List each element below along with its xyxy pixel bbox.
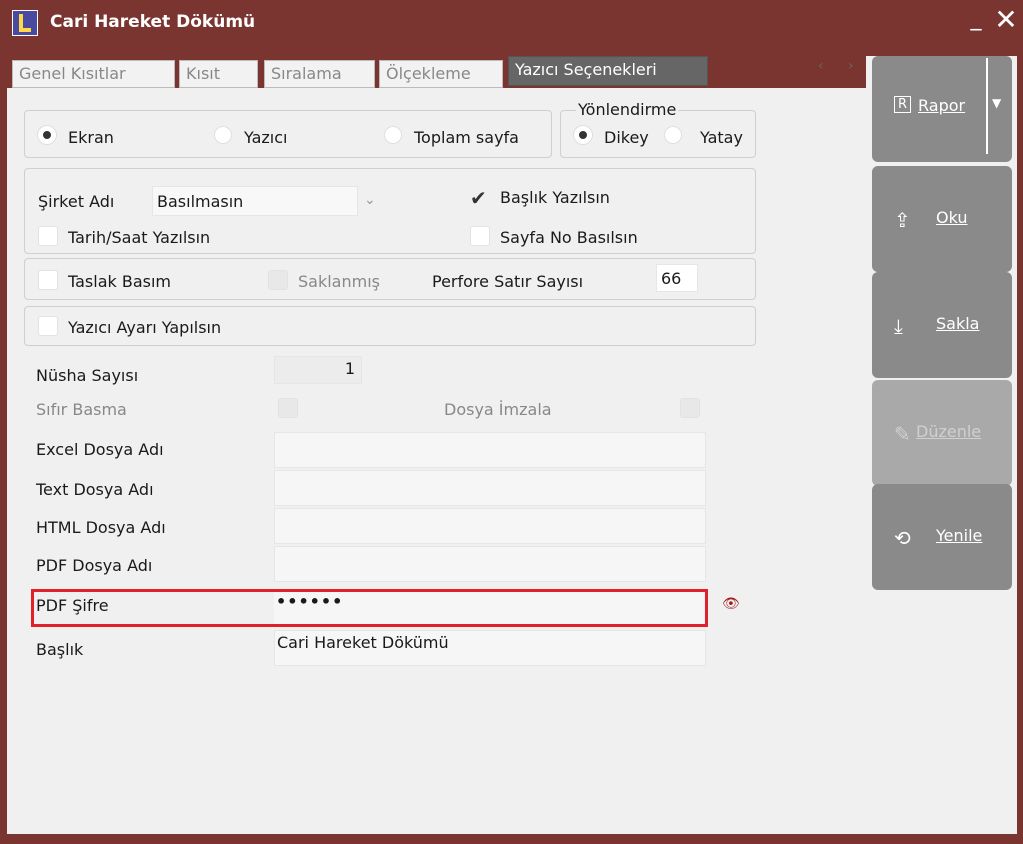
pdf-dosya-label: PDF Dosya Adı xyxy=(36,556,153,575)
tarih-saat-label: Tarih/Saat Yazılsın xyxy=(68,228,211,247)
nusha-sayisi-label: Nüsha Sayısı xyxy=(36,366,139,385)
pdf-dosya-input[interactable] xyxy=(274,546,706,582)
pencil-icon: ✎ xyxy=(894,422,911,446)
tab-scroll-left-icon[interactable]: ‹ xyxy=(818,58,824,74)
taslak-basim-label: Taslak Basım xyxy=(68,272,172,291)
saklanmis-label: Saklanmış xyxy=(298,272,380,291)
ekran-radio[interactable] xyxy=(38,126,56,144)
yazici-ayari-checkbox[interactable] xyxy=(38,316,58,336)
toplam-sayfa-label: Toplam sayfa xyxy=(414,128,519,147)
main-window: Cari Hareket Dökümü _ ✕ Genel Kısıtlar K… xyxy=(0,0,1023,844)
baslik-yazilsin-label: Başlık Yazılsın xyxy=(500,188,610,207)
tarih-saat-checkbox[interactable] xyxy=(38,226,58,246)
yenile-button[interactable]: ⟲ Yenile xyxy=(872,484,1012,590)
pdf-sifre-input[interactable]: •••••• xyxy=(274,592,704,624)
sayfa-no-checkbox[interactable] xyxy=(470,226,490,246)
close-button[interactable]: ✕ xyxy=(992,4,1020,36)
yazici-label: Yazıcı xyxy=(244,128,288,147)
sakla-label: Sakla xyxy=(936,314,980,333)
eye-icon[interactable]: 👁 xyxy=(722,596,740,612)
yazici-radio[interactable] xyxy=(214,126,232,144)
tab-kisit[interactable]: Kısıt xyxy=(179,60,258,88)
duzenle-button[interactable]: ✎ Düzenle xyxy=(872,380,1012,486)
report-icon: R xyxy=(894,96,912,113)
perfore-label: Perfore Satır Sayısı xyxy=(432,272,584,291)
oku-label: Oku xyxy=(936,208,968,227)
baslik-yazilsin-check-icon[interactable]: ✔ xyxy=(470,188,487,208)
text-dosya-label: Text Dosya Adı xyxy=(36,480,154,499)
yenile-label: Yenile xyxy=(936,526,983,545)
dosya-imzala-checkbox[interactable] xyxy=(680,398,700,418)
download-icon: ⤓ xyxy=(894,314,903,338)
oku-button[interactable]: ⇪ Oku xyxy=(872,166,1012,272)
yatay-label: Yatay xyxy=(700,128,743,147)
rapor-divider xyxy=(986,58,988,154)
tab-siralama[interactable]: Sıralama xyxy=(264,60,375,88)
excel-dosya-label: Excel Dosya Adı xyxy=(36,440,164,459)
sifir-basma-checkbox[interactable] xyxy=(278,398,298,418)
perfore-input[interactable]: 66 xyxy=(656,264,698,292)
chevron-down-icon[interactable]: ⌄ xyxy=(364,192,376,208)
orientation-legend: Yönlendirme xyxy=(576,100,679,119)
html-dosya-input[interactable] xyxy=(274,508,706,544)
dikey-label: Dikey xyxy=(604,128,649,147)
text-dosya-input[interactable] xyxy=(274,470,706,506)
refresh-icon: ⟲ xyxy=(894,526,911,550)
sifir-basma-label: Sıfır Basma xyxy=(36,400,127,419)
nusha-sayisi-input[interactable]: 1 xyxy=(274,356,362,384)
excel-dosya-input[interactable] xyxy=(274,432,706,468)
rapor-label: Rapor xyxy=(918,96,966,115)
title-bar: Cari Hareket Dökümü _ ✕ xyxy=(0,0,1023,46)
tab-scroll-right-icon[interactable]: › xyxy=(848,58,854,74)
ekran-label: Ekran xyxy=(68,128,114,147)
sakla-button[interactable]: ⤓ Sakla xyxy=(872,272,1012,378)
toplam-sayfa-radio[interactable] xyxy=(384,126,402,144)
tab-olcekleme[interactable]: Ölçekleme xyxy=(379,60,503,88)
tab-genel-kisitlar[interactable]: Genel Kısıtlar xyxy=(12,60,175,88)
caret-down-icon[interactable]: ▼ xyxy=(992,96,1001,110)
sirket-adi-label: Şirket Adı xyxy=(38,192,115,211)
taslak-basim-checkbox[interactable] xyxy=(38,270,58,290)
tab-yazici-secenekleri[interactable]: Yazıcı Seçenekleri xyxy=(508,56,708,86)
dikey-radio[interactable] xyxy=(574,126,592,144)
baslik-label: Başlık xyxy=(36,640,84,659)
sirket-adi-select[interactable]: Basılmasın xyxy=(152,186,358,216)
app-logo-icon xyxy=(12,10,38,36)
baslik-input[interactable]: Cari Hareket Dökümü xyxy=(274,630,706,666)
sayfa-no-label: Sayfa No Basılsın xyxy=(500,228,638,247)
window-title: Cari Hareket Dökümü xyxy=(50,12,256,32)
rapor-button[interactable]: R Rapor ▼ xyxy=(872,56,1012,162)
tab-scroll: ‹ › xyxy=(808,58,868,86)
pdf-sifre-label: PDF Şifre xyxy=(36,596,109,615)
dosya-imzala-label: Dosya İmzala xyxy=(444,400,552,419)
html-dosya-label: HTML Dosya Adı xyxy=(36,518,166,537)
yatay-radio[interactable] xyxy=(664,126,682,144)
minimize-button[interactable]: _ xyxy=(965,6,987,36)
yazici-ayari-label: Yazıcı Ayarı Yapılsın xyxy=(68,318,222,337)
upload-icon: ⇪ xyxy=(894,208,911,232)
saklanmis-checkbox xyxy=(268,270,288,290)
duzenle-label: Düzenle xyxy=(916,422,982,441)
